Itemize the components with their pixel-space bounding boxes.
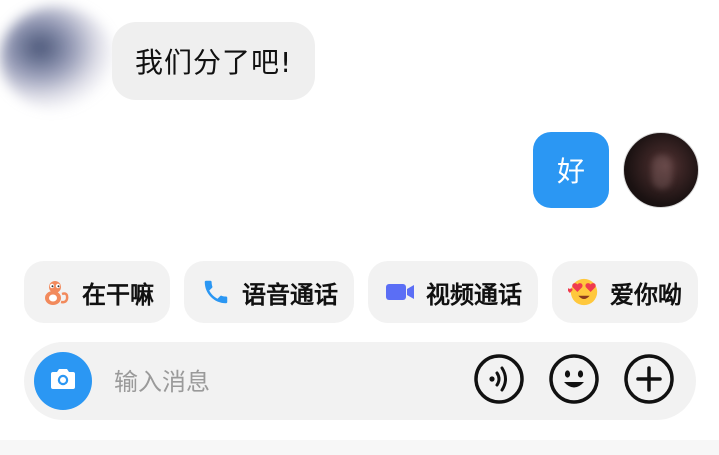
message-input[interactable] — [112, 360, 446, 404]
bottom-divider — [0, 440, 719, 455]
voice-input-button[interactable] — [473, 353, 525, 409]
quick-reply-bar: 在干嘛 语音通话 视频通话 爱你呦 — [24, 261, 719, 323]
quick-reply-label: 爱你呦 — [610, 280, 682, 309]
quick-reply-label: 语音通话 — [242, 280, 338, 309]
outgoing-message-text: 好 — [556, 155, 585, 188]
quick-reply-label: 视频通话 — [426, 280, 522, 309]
message-composer — [24, 342, 696, 420]
quick-reply-video-call[interactable]: 视频通话 — [368, 261, 538, 323]
smiley-icon — [548, 353, 600, 409]
emoji-button[interactable] — [548, 353, 600, 409]
contact-avatar[interactable] — [0, 6, 114, 110]
incoming-message-bubble: 我们分了吧! — [112, 22, 316, 100]
heart-eyes-emoji-icon — [568, 276, 600, 308]
video-camera-icon — [384, 276, 416, 308]
cartoon-character-icon — [40, 276, 72, 308]
plus-icon — [623, 353, 675, 409]
quick-reply-love-you[interactable]: 爱你呦 — [552, 261, 698, 323]
camera-icon — [48, 364, 78, 398]
quick-reply-voice-call[interactable]: 语音通话 — [184, 261, 354, 323]
quick-reply-whats-up[interactable]: 在干嘛 — [24, 261, 170, 323]
outgoing-message-bubble: 好 — [533, 132, 609, 208]
incoming-message-text: 我们分了吧! — [135, 46, 293, 79]
user-avatar[interactable] — [623, 132, 699, 208]
camera-button[interactable] — [34, 352, 92, 410]
voice-icon — [473, 353, 525, 409]
quick-reply-label: 在干嘛 — [82, 280, 154, 309]
phone-icon — [200, 276, 232, 308]
more-options-button[interactable] — [623, 353, 675, 409]
